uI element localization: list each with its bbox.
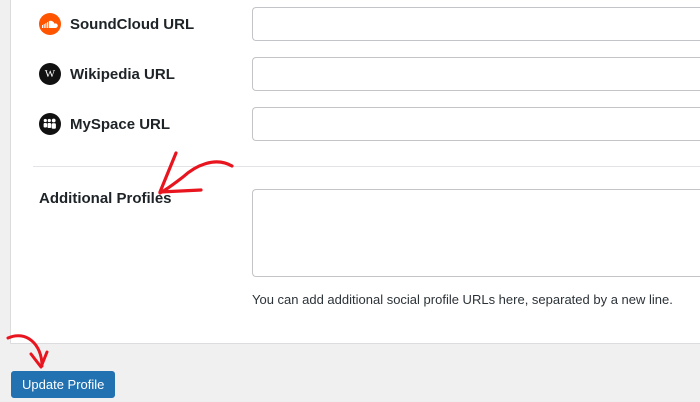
section-divider xyxy=(33,166,700,167)
wikipedia-label: Wikipedia URL xyxy=(70,65,175,83)
profile-form-panel: SoundCloud URL W Wikipedia URL MySpace U… xyxy=(10,0,700,344)
wikipedia-row-label: W Wikipedia URL xyxy=(39,63,175,85)
soundcloud-url-input[interactable] xyxy=(252,7,700,41)
additional-profiles-textarea[interactable] xyxy=(252,189,700,277)
additional-profiles-help-text: You can add additional social profile UR… xyxy=(252,292,673,307)
myspace-icon xyxy=(39,113,61,135)
soundcloud-label: SoundCloud URL xyxy=(70,15,195,33)
update-profile-button[interactable]: Update Profile xyxy=(11,371,116,398)
soundcloud-icon xyxy=(39,13,61,35)
myspace-label: MySpace URL xyxy=(70,115,171,133)
myspace-url-input[interactable] xyxy=(252,107,700,141)
additional-profiles-label: Additional Profiles xyxy=(39,190,172,207)
wikipedia-icon: W xyxy=(39,63,61,85)
myspace-row-label: MySpace URL xyxy=(39,113,170,135)
soundcloud-row-label: SoundCloud URL xyxy=(39,13,194,35)
wikipedia-url-input[interactable] xyxy=(252,57,700,91)
